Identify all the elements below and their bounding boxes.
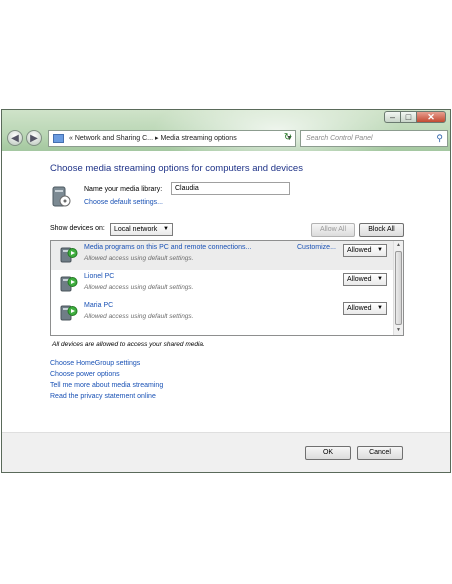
forward-button[interactable]: ▶ (26, 130, 42, 146)
media-device-icon (60, 304, 78, 322)
permission-select[interactable]: Allowed ▼ (343, 302, 387, 315)
breadcrumb-separator[interactable]: ▸ (155, 135, 159, 142)
device-name[interactable]: Lionel PC (84, 273, 114, 280)
show-devices-label: Show devices on: (50, 225, 105, 232)
address-bar[interactable]: « Network and Sharing C... ▸ Media strea… (48, 130, 296, 147)
back-arrow-icon: ◀ (11, 133, 19, 144)
scroll-down-icon[interactable]: ▼ (394, 326, 403, 335)
library-name-label: Name your media library: (84, 186, 163, 193)
breadcrumb-media-streaming[interactable]: Media streaming options (160, 135, 236, 142)
maximize-button[interactable]: □ (400, 111, 416, 123)
window-controls: – □ ✕ (384, 111, 446, 123)
permission-select[interactable]: Allowed ▼ (343, 273, 387, 286)
scroll-up-icon[interactable]: ▲ (394, 241, 403, 250)
address-prefix: « (68, 135, 73, 142)
permission-select[interactable]: Allowed ▼ (343, 244, 387, 257)
control-panel-window: – □ ✕ ◀ ▶ « Network and Sharing C... ▸ M… (1, 109, 451, 473)
refresh-button[interactable]: ↻ (280, 130, 296, 147)
choose-default-settings-link[interactable]: Choose default settings... (84, 199, 163, 206)
navigation-bar: ◀ ▶ « Network and Sharing C... ▸ Media s… (2, 128, 450, 150)
media-library-icon (50, 185, 72, 209)
cancel-button[interactable]: Cancel (357, 446, 403, 460)
chevron-down-icon: ▼ (163, 226, 169, 232)
refresh-icon: ↻ (283, 132, 293, 143)
media-streaming-help-link[interactable]: Tell me more about media streaming (50, 380, 163, 391)
related-links: Choose HomeGroup settings Choose power o… (50, 358, 163, 402)
scrollbar-thumb[interactable] (395, 251, 402, 325)
device-row-maria-pc[interactable]: Maria PC Allowed access using default se… (51, 299, 394, 328)
chevron-down-icon: ▼ (377, 305, 383, 311)
device-name[interactable]: Media programs on this PC and remote con… (84, 244, 251, 251)
device-row-lionel-pc[interactable]: Lionel PC Allowed access using default s… (51, 270, 394, 299)
media-device-icon (60, 246, 78, 264)
device-status: Allowed access using default settings. (84, 313, 194, 320)
ok-button[interactable]: OK (305, 446, 351, 460)
minimize-button[interactable]: – (384, 111, 400, 123)
show-devices-value: Local network (114, 226, 158, 233)
chevron-down-icon: ▼ (377, 247, 383, 253)
breadcrumb-network-sharing[interactable]: Network and Sharing C... (75, 135, 153, 142)
search-placeholder: Search Control Panel (306, 135, 373, 142)
device-list: Media programs on this PC and remote con… (50, 240, 404, 336)
page-title: Choose media streaming options for compu… (50, 163, 303, 174)
control-panel-icon (53, 133, 64, 143)
all-devices-note: All devices are allowed to access your s… (52, 341, 205, 348)
search-input[interactable]: Search Control Panel ⚲ (300, 130, 448, 147)
media-device-icon (60, 275, 78, 293)
back-button[interactable]: ◀ (7, 130, 23, 146)
device-list-scrollbar[interactable]: ▲ ▼ (393, 241, 403, 335)
show-devices-select[interactable]: Local network ▼ (110, 223, 173, 236)
device-row-media-programs[interactable]: Media programs on this PC and remote con… (51, 241, 394, 270)
content-area: Choose media streaming options for compu… (2, 151, 450, 432)
permission-value: Allowed (347, 276, 372, 283)
customize-link[interactable]: Customize... (297, 244, 336, 251)
device-status: Allowed access using default settings. (84, 255, 194, 262)
power-options-link[interactable]: Choose power options (50, 369, 163, 380)
homegroup-settings-link[interactable]: Choose HomeGroup settings (50, 358, 163, 369)
block-all-button[interactable]: Block All (359, 223, 404, 237)
close-button[interactable]: ✕ (416, 111, 446, 123)
device-status: Allowed access using default settings. (84, 284, 194, 291)
library-name-input[interactable]: Claudia (171, 182, 290, 195)
permission-value: Allowed (347, 305, 372, 312)
allow-all-button[interactable]: Allow All (311, 223, 355, 237)
chevron-down-icon: ▼ (377, 276, 383, 282)
dialog-footer: OK Cancel (2, 432, 450, 472)
privacy-statement-link[interactable]: Read the privacy statement online (50, 391, 163, 402)
permission-value: Allowed (347, 247, 372, 254)
forward-arrow-icon: ▶ (30, 133, 38, 144)
device-name[interactable]: Maria PC (84, 302, 113, 309)
search-icon[interactable]: ⚲ (436, 131, 443, 146)
